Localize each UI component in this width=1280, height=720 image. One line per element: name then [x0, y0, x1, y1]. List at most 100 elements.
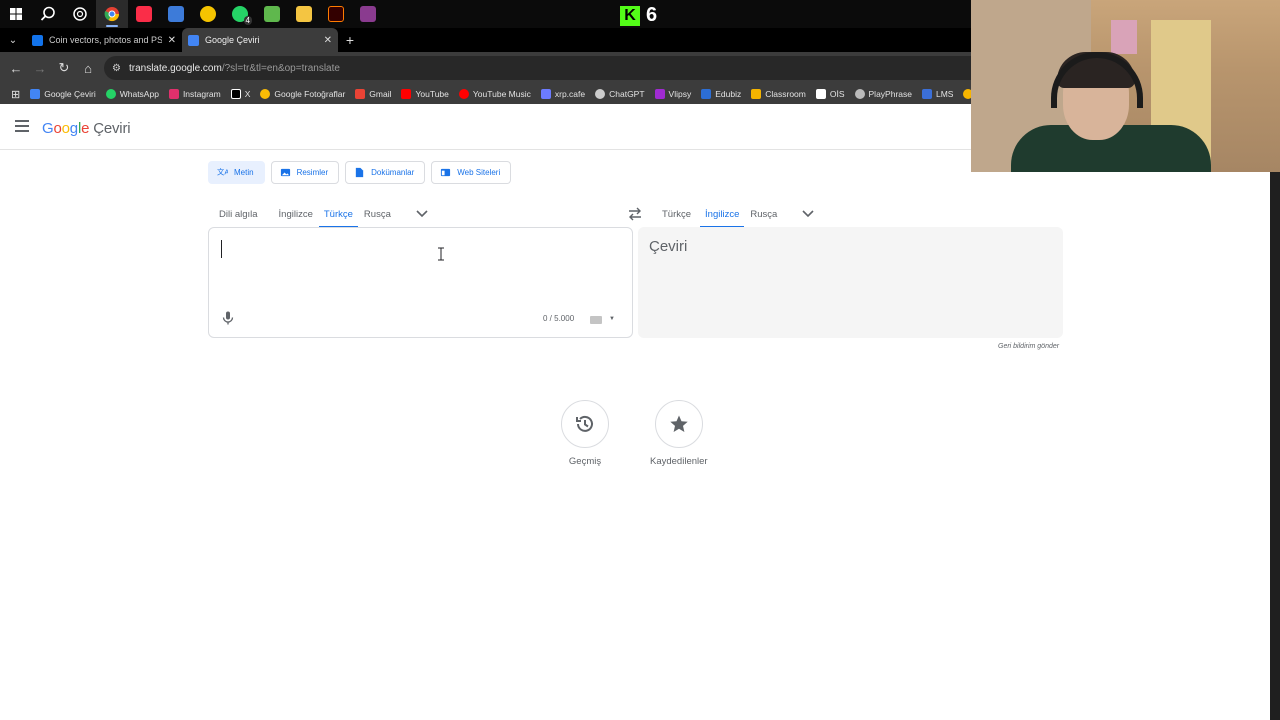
tab-coin-vectors[interactable]: Coin vectors, photos and PSD f ✕ [26, 28, 182, 52]
bookmark-x[interactable]: X [226, 89, 256, 99]
apps-grid-icon[interactable]: ⊞ [6, 88, 25, 101]
tab-search-icon[interactable]: ⌄ [0, 28, 26, 52]
search-icon[interactable] [32, 0, 64, 28]
svg-text:文A: 文A [217, 167, 228, 176]
windows-start-icon[interactable] [0, 0, 32, 28]
website-icon [441, 168, 451, 177]
forward-arrow-icon[interactable]: → [28, 56, 52, 80]
url-host: translate.google.com [128, 62, 222, 74]
text-caret [221, 240, 222, 258]
kick-logo-icon: K [620, 5, 640, 26]
adobe-illustrator-icon[interactable] [320, 0, 352, 28]
target-lang-turkish[interactable]: Türkçe [657, 200, 696, 228]
screen: 4 K 6 ⌄ Coin vectors, photos and PSD f ✕… [0, 0, 1280, 720]
mode-label: Web Siteleri [457, 168, 501, 177]
bookmark-google-fotograflar[interactable]: Google Fotoğraflar [255, 89, 350, 99]
send-feedback-link[interactable]: Geri bildirim gönder [998, 343, 1059, 350]
main-menu-icon[interactable] [15, 120, 31, 132]
product-name: Çeviri [93, 120, 131, 137]
mode-label: Metin [234, 168, 254, 177]
apple-music-icon[interactable] [128, 0, 160, 28]
microphone-icon[interactable] [222, 311, 234, 325]
reload-icon[interactable]: ↻ [52, 56, 76, 80]
chrome-icon[interactable] [96, 0, 128, 28]
back-arrow-icon[interactable]: ← [4, 56, 28, 80]
bookmark-google-ceviri[interactable]: Google Çeviri [25, 89, 101, 99]
mode-documents-button[interactable]: Dokümanlar [345, 161, 426, 184]
bookmark-playphrase[interactable]: PlayPhrase [850, 89, 917, 99]
source-lang-russian[interactable]: Rusça [359, 200, 396, 228]
target-language-bar: Türkçe İngilizce Rusça [657, 200, 822, 228]
url-path: /?sl=tr&tl=en&op=translate [221, 62, 340, 74]
window-edge [1270, 172, 1280, 720]
translate-icon: 文A [217, 167, 228, 176]
bookmark-edubiz[interactable]: Edubiz [696, 89, 746, 99]
bookmark-classroom[interactable]: Classroom [746, 89, 811, 99]
bookmark-youtube[interactable]: YouTube [396, 89, 453, 99]
file-explorer-icon[interactable] [288, 0, 320, 28]
monitor-app-icon[interactable] [160, 0, 192, 28]
google-translate-page: Google Çeviri 文A Metin Resimler Dokümanla… [0, 104, 1280, 720]
bookmark-chatgpt[interactable]: ChatGPT [590, 89, 649, 99]
mode-label: Dokümanlar [371, 168, 415, 177]
whatsapp-icon[interactable]: 4 [224, 0, 256, 28]
history-label: Geçmiş [568, 456, 602, 467]
text-cursor-icon [438, 247, 444, 261]
source-lang-turkish[interactable]: Türkçe [318, 200, 358, 228]
kick-count: 6 [646, 4, 658, 26]
star-icon[interactable] [654, 400, 703, 448]
bookmark-lms[interactable]: LMS [917, 89, 958, 99]
bookmark-gmail[interactable]: Gmail [350, 89, 396, 99]
keyboard-options-chevron-icon[interactable]: ▼ [609, 316, 615, 322]
target-lang-english[interactable]: İngilizce [700, 200, 745, 228]
bookmark-instagram[interactable]: Instagram [164, 89, 226, 99]
new-tab-button[interactable]: + [338, 28, 362, 52]
mode-label: Resimler [296, 168, 329, 177]
google-translate-favicon-icon [188, 34, 199, 46]
source-text-input[interactable]: 0 / 5.000 ▼ [208, 227, 633, 338]
notification-badge: 4 [243, 16, 252, 25]
saved-button[interactable]: Kaydedilenler [650, 400, 708, 467]
translation-placeholder: Çeviri [649, 238, 688, 255]
address-bar[interactable]: ⚙ translate.google.com/?sl=tr&tl=en&op=t… [104, 56, 1004, 80]
bookmark-whatsapp[interactable]: WhatsApp [101, 89, 164, 99]
winrar-icon[interactable] [352, 0, 384, 28]
mode-websites-button[interactable]: Web Siteleri [431, 161, 512, 184]
site-info-icon[interactable]: ⚙ [112, 63, 121, 74]
bookmark-vlipsy[interactable]: Vlipsy [650, 89, 697, 99]
character-counter: 0 / 5.000 [543, 314, 575, 323]
document-icon [355, 167, 364, 178]
yellow-app-icon[interactable] [192, 0, 224, 28]
target-lang-russian[interactable]: Rusça [745, 200, 782, 228]
translation-mode-tabs: 文A Metin Resimler Dokümanlar Web Siteler… [208, 161, 512, 184]
home-icon[interactable]: ⌂ [76, 56, 100, 80]
bookmark-xrp-cafe[interactable]: xrp.cafe [536, 89, 590, 99]
history-icon[interactable] [561, 400, 609, 448]
source-language-bar: Dili algıla İngilizce Türkçe Rusça [214, 200, 436, 228]
bookmark-ois[interactable]: OİS [811, 89, 850, 99]
saved-label: Kaydedilenler [650, 456, 708, 467]
wall-poster [1111, 20, 1137, 54]
image-icon [280, 168, 290, 177]
webcam-overlay [971, 0, 1280, 172]
source-lang-more-chevron-down-icon[interactable] [408, 200, 436, 228]
mode-text-button[interactable]: 文A Metin [208, 161, 265, 184]
close-tab-icon[interactable]: ✕ [168, 35, 176, 46]
tab-title: Coin vectors, photos and PSD f [49, 35, 162, 45]
history-button[interactable]: Geçmiş [561, 400, 609, 467]
keyboard-icon[interactable] [590, 316, 602, 324]
source-lang-english[interactable]: İngilizce [274, 200, 318, 228]
freepik-favicon-icon [32, 34, 43, 46]
source-lang-detect[interactable]: Dili algıla [214, 200, 263, 228]
chatgpt-icon[interactable] [64, 0, 96, 28]
tab-title: Google Çeviri [205, 35, 260, 45]
target-lang-more-chevron-down-icon[interactable] [794, 200, 822, 228]
android-app-icon[interactable] [256, 0, 288, 28]
mode-images-button[interactable]: Resimler [270, 161, 340, 184]
tab-google-ceviri[interactable]: Google Çeviri ✕ [182, 28, 338, 52]
close-tab-icon[interactable]: ✕ [324, 35, 332, 46]
bookmark-youtube-music[interactable]: YouTube Music [454, 89, 536, 99]
translation-output: Çeviri [638, 227, 1063, 338]
swap-languages-icon[interactable] [627, 206, 643, 222]
google-translate-logo[interactable]: Google Çeviri [42, 120, 131, 137]
